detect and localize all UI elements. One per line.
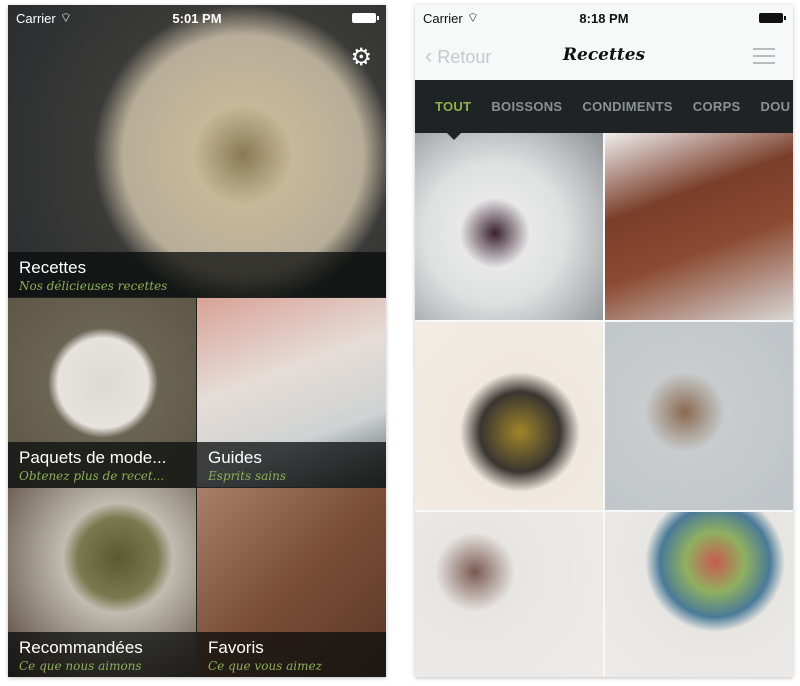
tab-condiments[interactable]: CONDIMENTS [582, 99, 672, 133]
status-bar: Carrier ⌔ 5:01 PM [8, 5, 386, 31]
battery-icon [759, 13, 786, 23]
tile-recommandees[interactable]: Recommandées Ce que nous aimons [8, 488, 196, 677]
tile-guides[interactable]: Guides Esprits sains [197, 298, 386, 487]
tile-subtitle: Obtenez plus de recet... [19, 469, 165, 483]
tile-subtitle: Esprits sains [208, 469, 287, 483]
tile-title: Recettes [19, 258, 87, 277]
tile-title: Recommandées [19, 638, 143, 657]
recipe-tile[interactable] [415, 133, 603, 320]
time-label: 5:01 PM [172, 10, 222, 26]
tab-boissons[interactable]: BOISSONS [491, 99, 562, 133]
tile-subtitle: Ce que vous aimez [208, 659, 322, 673]
tile-title: Paquets de mode... [19, 448, 167, 467]
nav-bar: ‹ Retour Recettes [415, 31, 793, 80]
tile-paquets[interactable]: Paquets de mode... Obtenez plus de recet.… [8, 298, 196, 487]
tile-recettes[interactable]: Recettes Nos délicieuses recettes [8, 5, 386, 297]
recipe-tile[interactable] [415, 322, 603, 510]
tile-title: Favoris [208, 638, 264, 657]
category-tabs: TOUT BOISSONS CONDIMENTS CORPS DOU [415, 80, 793, 133]
recipes-screen: Carrier ⌔ 8:18 PM ‹ Retour Recettes TOUT… [415, 5, 793, 677]
tile-title: Guides [208, 448, 262, 467]
tab-corps[interactable]: CORPS [693, 99, 741, 133]
battery-icon [352, 13, 379, 23]
tile-subtitle: Ce que nous aimons [19, 659, 142, 673]
active-tab-indicator [447, 133, 461, 140]
recipe-tile[interactable] [605, 322, 793, 510]
time-label: 8:18 PM [579, 10, 629, 26]
status-bar: Carrier ⌔ 8:18 PM [415, 5, 793, 31]
tab-tout[interactable]: TOUT [435, 99, 471, 133]
home-screen: Carrier ⌔ 5:01 PM ⚙ Recettes Nos délicieu… [8, 5, 386, 677]
hamburger-icon[interactable] [753, 48, 775, 69]
page-title: Recettes [562, 45, 646, 65]
tab-dou[interactable]: DOU [761, 99, 791, 133]
recipe-tile[interactable] [415, 512, 603, 677]
tile-favoris[interactable]: Favoris Ce que vous aimez [197, 488, 386, 677]
recipe-tile[interactable] [605, 133, 793, 320]
gear-icon[interactable]: ⚙ [350, 43, 372, 72]
recipe-tile[interactable] [605, 512, 793, 677]
tile-subtitle: Nos délicieuses recettes [19, 279, 168, 293]
